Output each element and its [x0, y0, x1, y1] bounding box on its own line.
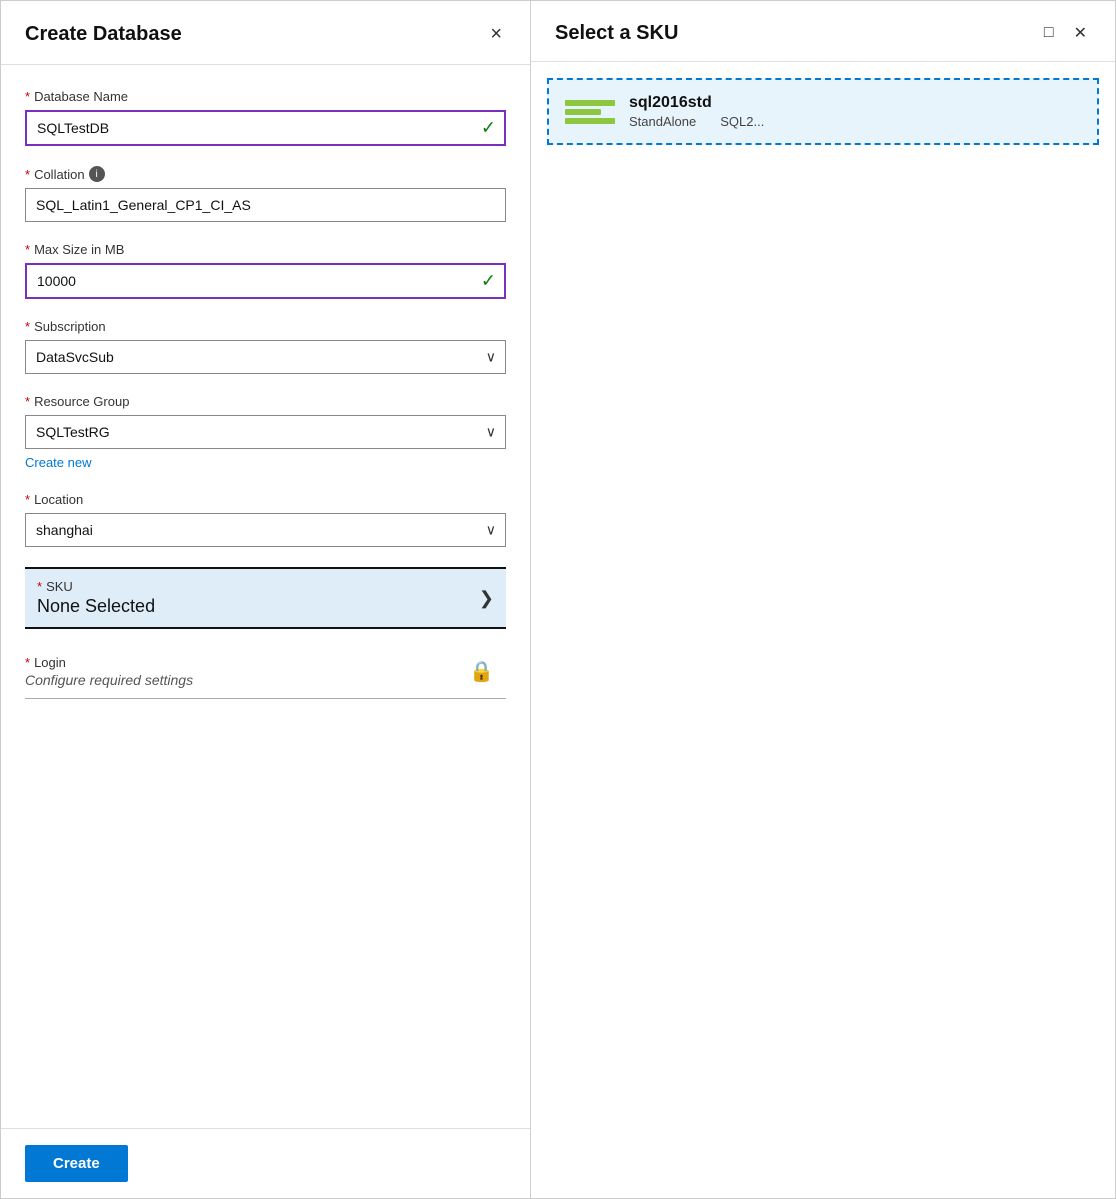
- subscription-select[interactable]: DataSvcSub: [25, 340, 506, 374]
- right-panel-header: Select a SKU □ ✕: [531, 1, 1115, 62]
- left-panel-title: Create Database: [25, 23, 182, 46]
- login-field-group: * Login Configure required settings 🔒: [25, 645, 506, 699]
- location-field: * Location shanghai ∨: [25, 492, 506, 547]
- collation-label: * Collation i: [25, 166, 506, 182]
- subscription-select-wrapper: DataSvcSub ∨: [25, 340, 506, 374]
- subscription-label: * Subscription: [25, 319, 506, 334]
- login-label-row: * Login: [25, 655, 469, 670]
- database-name-label: * Database Name: [25, 89, 506, 104]
- create-new-link[interactable]: Create new: [25, 455, 91, 470]
- lock-icon: 🔒: [469, 659, 494, 684]
- required-star: *: [25, 89, 30, 104]
- location-label: * Location: [25, 492, 506, 507]
- create-database-panel: Create Database × * Database Name ✓ * Co: [1, 1, 531, 1198]
- database-name-input-wrapper: ✓: [25, 110, 506, 146]
- create-button[interactable]: Create: [25, 1145, 128, 1182]
- max-size-input[interactable]: [25, 263, 506, 299]
- close-left-panel-button[interactable]: ×: [486, 19, 506, 50]
- sku-icon-bar-1: [565, 100, 615, 106]
- resource-group-select[interactable]: SQLTestRG: [25, 415, 506, 449]
- right-header-actions: □ ✕: [1040, 19, 1091, 47]
- sku-field-group: * SKU None Selected ❯: [25, 567, 506, 629]
- left-panel-footer: Create: [1, 1128, 530, 1198]
- left-panel-header: Create Database ×: [1, 1, 530, 65]
- collation-input[interactable]: [25, 188, 506, 222]
- required-star-7: *: [37, 579, 42, 594]
- sku-list-item[interactable]: sql2016std StandAlone SQL2...: [547, 78, 1099, 145]
- app-container: Create Database × * Database Name ✓ * Co: [0, 0, 1116, 1199]
- sku-selector[interactable]: * SKU None Selected ❯: [25, 567, 506, 629]
- max-size-field: * Max Size in MB ✓: [25, 242, 506, 299]
- required-star-4: *: [25, 319, 30, 334]
- sku-icon-bar-3: [565, 118, 615, 124]
- required-star-8: *: [25, 655, 30, 670]
- sku-chevron-right-icon: ❯: [479, 588, 494, 609]
- sku-item-type: StandAlone: [629, 114, 696, 129]
- sku-icon-bar-2: [565, 109, 601, 115]
- required-star-5: *: [25, 394, 30, 409]
- sku-item-info: sql2016std StandAlone SQL2...: [629, 94, 1081, 129]
- sku-item-version: SQL2...: [720, 114, 764, 129]
- close-right-panel-button[interactable]: ✕: [1070, 19, 1091, 47]
- sku-field-inner: * SKU None Selected: [37, 579, 479, 617]
- max-size-label: * Max Size in MB: [25, 242, 506, 257]
- sku-label-row: * SKU: [37, 579, 479, 594]
- login-field: * Login Configure required settings 🔒: [25, 645, 506, 699]
- subscription-field: * Subscription DataSvcSub ∨: [25, 319, 506, 374]
- sku-item-icon: [565, 100, 615, 124]
- sku-item-details: StandAlone SQL2...: [629, 114, 1081, 129]
- maximize-button[interactable]: □: [1040, 20, 1058, 46]
- required-star-2: *: [25, 167, 30, 182]
- location-select-wrapper: shanghai ∨: [25, 513, 506, 547]
- right-panel-body: sql2016std StandAlone SQL2...: [531, 62, 1115, 1198]
- collation-field: * Collation i: [25, 166, 506, 222]
- collation-info-icon[interactable]: i: [89, 166, 105, 182]
- login-field-inner: * Login Configure required settings: [25, 655, 469, 688]
- resource-group-label: * Resource Group: [25, 394, 506, 409]
- required-star-3: *: [25, 242, 30, 257]
- location-select[interactable]: shanghai: [25, 513, 506, 547]
- database-name-field: * Database Name ✓: [25, 89, 506, 146]
- resource-group-select-wrapper: SQLTestRG ∨: [25, 415, 506, 449]
- required-star-6: *: [25, 492, 30, 507]
- collation-input-wrapper: [25, 188, 506, 222]
- resource-group-field: * Resource Group SQLTestRG ∨ Create new: [25, 394, 506, 472]
- database-name-check-icon: ✓: [481, 118, 496, 139]
- sku-value: None Selected: [37, 596, 479, 617]
- select-sku-panel: Select a SKU □ ✕ sql2016std StandAlone S…: [531, 1, 1115, 1198]
- sku-item-name: sql2016std: [629, 94, 1081, 112]
- right-panel-title: Select a SKU: [555, 22, 678, 45]
- left-panel-body: * Database Name ✓ * Collation i: [1, 65, 530, 1128]
- max-size-input-wrapper: ✓: [25, 263, 506, 299]
- max-size-check-icon: ✓: [481, 271, 496, 292]
- database-name-input[interactable]: [25, 110, 506, 146]
- login-placeholder: Configure required settings: [25, 672, 469, 688]
